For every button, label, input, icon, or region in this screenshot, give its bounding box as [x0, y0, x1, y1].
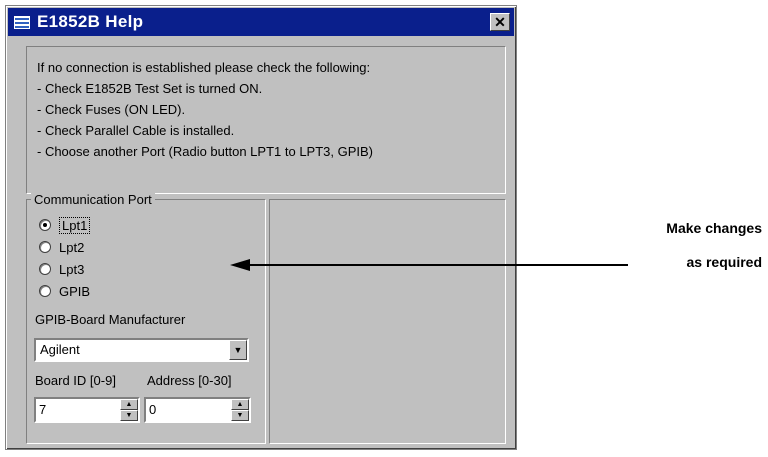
chevron-down-icon[interactable]: ▼ — [229, 340, 247, 360]
help-line: - Choose another Port (Radio button LPT1… — [37, 144, 374, 159]
radio-label-lpt3: Lpt3 — [59, 261, 85, 277]
radio-label-gpib: GPIB — [59, 283, 91, 299]
address-value[interactable]: 0 — [146, 399, 231, 421]
help-line: If no connection is established please c… — [37, 60, 371, 75]
spin-up-icon[interactable]: ▲ — [120, 399, 138, 410]
spin-up-icon[interactable]: ▲ — [231, 399, 249, 410]
radio-lpt1[interactable]: Lpt1 — [39, 216, 91, 234]
radio-button[interactable] — [39, 241, 51, 253]
help-line: - Check Parallel Cable is installed. — [37, 123, 235, 138]
arrow-head — [230, 259, 250, 271]
radio-button[interactable] — [39, 285, 51, 297]
board-id-value[interactable]: 7 — [36, 399, 120, 421]
callout-line-2: as required — [686, 254, 762, 270]
right-panel — [269, 199, 506, 444]
arrow-line — [248, 264, 628, 266]
radio-label-lpt1: Lpt1 — [59, 216, 91, 234]
close-button[interactable]: ✕ — [490, 13, 510, 31]
spin-down-icon[interactable]: ▼ — [231, 410, 249, 421]
board-id-label: Board ID [0-9] — [35, 373, 116, 388]
manufacturer-value: Agilent — [40, 342, 80, 357]
spin-buttons: ▲ ▼ — [231, 399, 249, 421]
radio-lpt3[interactable]: Lpt3 — [39, 260, 84, 278]
address-spinner[interactable]: 0 ▲ ▼ — [144, 397, 251, 423]
spin-buttons: ▲ ▼ — [120, 399, 138, 421]
app-icon — [14, 15, 30, 29]
callout-line-1: Make changes — [666, 220, 762, 236]
radio-gpib[interactable]: GPIB — [39, 282, 90, 300]
title-bar[interactable]: E1852B Help ✕ — [8, 8, 514, 36]
radio-button[interactable] — [39, 263, 51, 275]
radio-lpt2[interactable]: Lpt2 — [39, 238, 84, 256]
radio-button-checked[interactable] — [39, 219, 51, 231]
board-id-spinner[interactable]: 7 ▲ ▼ — [34, 397, 140, 423]
radio-label-lpt2: Lpt2 — [59, 239, 85, 255]
address-label: Address [0-30] — [147, 373, 232, 388]
window-title: E1852B Help — [37, 12, 144, 31]
manufacturer-label: GPIB-Board Manufacturer — [35, 312, 186, 327]
manufacturer-dropdown[interactable]: Agilent ▼ — [34, 338, 249, 362]
group-title: Communication Port — [31, 192, 155, 207]
help-line: - Check Fuses (ON LED). — [37, 102, 186, 117]
spin-down-icon[interactable]: ▼ — [120, 410, 138, 421]
connection-help-text: If no connection is established please c… — [26, 46, 506, 194]
help-line: - Check E1852B Test Set is turned ON. — [37, 81, 263, 96]
